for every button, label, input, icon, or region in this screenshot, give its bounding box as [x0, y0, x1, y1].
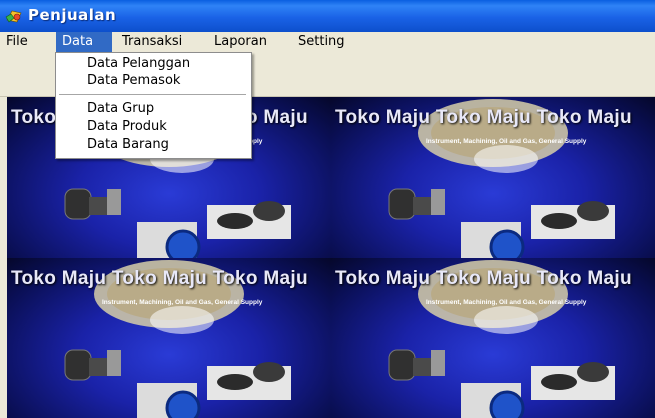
wallpaper-subtitle: Instrument, Machining, Oil and Gas, Gene… [426, 299, 587, 306]
wallpaper-title: Toko Maju Toko Maju Toko Maju [11, 268, 308, 289]
app-icon [5, 10, 22, 23]
menu-data[interactable]: Data [56, 32, 112, 52]
menu-bar: File Data Transaksi Laporan Setting [0, 32, 655, 52]
menu-separator [59, 94, 246, 95]
menu-item-data-barang[interactable]: Data Barang [87, 136, 169, 154]
menu-item-data-produk[interactable]: Data Produk [87, 118, 167, 136]
wallpaper-subtitle: Instrument, Machining, Oil and Gas, Gene… [102, 299, 263, 306]
menu-item-data-pemasok[interactable]: Data Pemasok [87, 72, 180, 90]
window-title: Penjualan [28, 6, 117, 24]
menu-item-data-grup[interactable]: Data Grup [87, 100, 154, 118]
menu-transaksi[interactable]: Transaksi [116, 32, 208, 52]
data-menu-dropdown: Data Pelanggan Data Pemasok Data Grup Da… [55, 52, 252, 159]
wallpaper-title: Toko Maju Toko Maju Toko Maju [335, 268, 632, 289]
title-bar[interactable]: Penjualan [0, 0, 655, 32]
wallpaper-subtitle: Instrument, Machining, Oil and Gas, Gene… [426, 138, 587, 145]
wallpaper-title: Toko Maju Toko Maju Toko Maju [335, 107, 632, 128]
menu-file[interactable]: File [0, 32, 51, 52]
wallpaper-tile: Toko Maju Toko Maju Toko Maju Instrument… [331, 97, 655, 258]
menu-item-data-pelanggan[interactable]: Data Pelanggan [87, 55, 190, 73]
menu-setting[interactable]: Setting [292, 32, 362, 52]
wallpaper-tile: Toko Maju Toko Maju Toko Maju Instrument… [331, 258, 655, 418]
menu-laporan[interactable]: Laporan [208, 32, 292, 52]
wallpaper-tile: Toko Maju Toko Maju Toko Maju Instrument… [7, 258, 331, 418]
